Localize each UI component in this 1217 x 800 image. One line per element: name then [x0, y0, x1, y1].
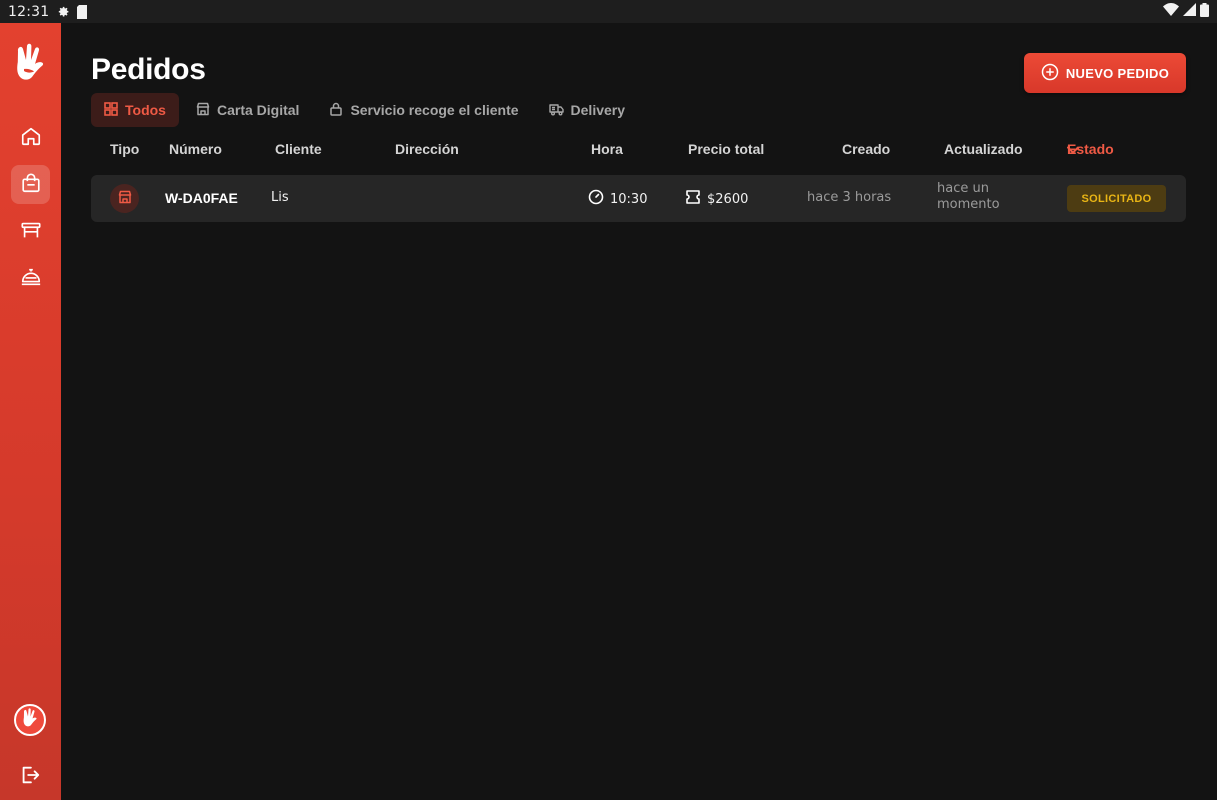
new-order-label: NUEVO PEDIDO	[1065, 65, 1170, 81]
column-numero: Número	[169, 141, 222, 157]
order-number: W-DA0FAE	[165, 190, 238, 206]
sd-card-icon	[76, 4, 88, 19]
logout-button[interactable]	[17, 764, 43, 790]
chevron-down-icon	[1067, 141, 1079, 157]
brand-logo-icon[interactable]	[14, 43, 46, 83]
sidebar	[0, 23, 61, 800]
gear-icon	[55, 4, 70, 19]
order-hour-value: 10:30	[610, 191, 648, 207]
status-time: 12:31	[8, 3, 50, 20]
order-type-badge	[110, 184, 139, 213]
sidebar-item-orders[interactable]	[11, 165, 50, 204]
column-precio-total: Precio total	[688, 141, 765, 157]
tab-label: Delivery	[570, 102, 626, 118]
grid-icon	[104, 101, 118, 119]
main-content: Pedidos NUEVO PEDIDO Todos Carta Digital…	[61, 23, 1217, 800]
column-cliente: Cliente	[275, 141, 322, 157]
order-updated: hace un momento	[937, 181, 1000, 212]
hand-logo-icon	[21, 708, 39, 732]
order-client: Lis	[271, 190, 289, 205]
table-icon	[20, 219, 42, 245]
receipt-icon	[685, 189, 701, 209]
wifi-icon	[1163, 3, 1179, 20]
sidebar-item-tables[interactable]	[11, 212, 50, 251]
shopping-bag-icon	[20, 172, 42, 198]
order-hour: 10:30	[588, 189, 647, 209]
store-icon	[196, 102, 210, 119]
tab-delivery[interactable]: Delivery	[536, 93, 638, 127]
table-row[interactable]: W-DA0FAE Lis 10:30 $2600 hace 3 horas ha…	[91, 175, 1186, 222]
sidebar-item-home[interactable]	[11, 118, 50, 157]
column-creado: Creado	[842, 141, 891, 157]
order-type-tabs: Todos Carta Digital Servicio recoge el c…	[91, 93, 638, 127]
tab-servicio-recoge[interactable]: Servicio recoge el cliente	[316, 93, 531, 127]
lock-bag-icon	[329, 102, 343, 119]
status-bar: 12:31	[0, 0, 1217, 23]
order-price: $2600	[685, 189, 748, 209]
battery-icon	[1200, 2, 1209, 21]
order-price-value: $2600	[707, 191, 749, 207]
tab-label: Todos	[125, 102, 166, 118]
plus-circle-icon	[1041, 63, 1059, 84]
status-badge[interactable]: SOLICITADO	[1067, 185, 1166, 212]
order-created: hace 3 horas	[807, 190, 892, 205]
column-hora: Hora	[591, 141, 623, 157]
home-icon	[20, 125, 42, 151]
tab-label: Servicio recoge el cliente	[350, 102, 519, 118]
logout-icon	[19, 764, 41, 790]
user-avatar[interactable]	[14, 704, 46, 736]
column-direccion: Dirección	[395, 141, 459, 157]
store-icon	[118, 190, 132, 208]
sidebar-item-service[interactable]	[11, 259, 50, 298]
cloche-icon	[20, 266, 42, 292]
tab-label: Carta Digital	[216, 102, 300, 118]
tab-carta-digital[interactable]: Carta Digital	[183, 93, 312, 127]
new-order-button[interactable]: NUEVO PEDIDO	[1024, 53, 1186, 93]
column-tipo: Tipo	[110, 141, 140, 157]
table-header: Tipo Número Cliente Dirección Hora Preci…	[61, 141, 1217, 161]
page-title: Pedidos	[91, 53, 206, 86]
tab-todos[interactable]: Todos	[91, 93, 179, 127]
column-actualizado: Actualizado	[944, 141, 1023, 157]
signal-icon	[1183, 3, 1196, 20]
truck-icon	[548, 102, 564, 119]
clock-icon	[588, 189, 604, 209]
